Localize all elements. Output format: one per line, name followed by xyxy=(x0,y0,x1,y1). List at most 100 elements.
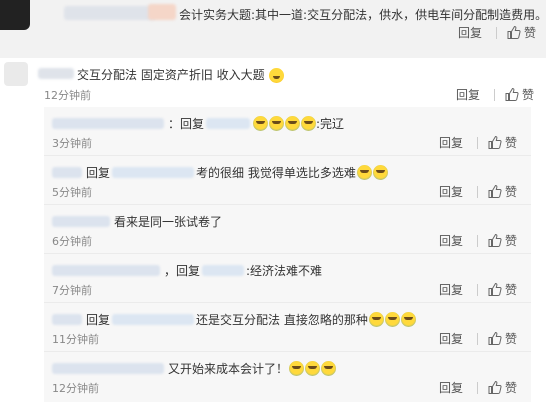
like-button[interactable]: 赞 xyxy=(507,24,536,41)
divider xyxy=(476,283,478,296)
target-username-blurred[interactable] xyxy=(202,265,245,276)
username-blurred[interactable] xyxy=(52,216,110,227)
target-username-blurred[interactable] xyxy=(112,314,195,325)
timestamp: 5分钟前 xyxy=(52,186,92,199)
username-blurred[interactable] xyxy=(52,118,164,129)
thumbs-up-icon xyxy=(488,283,502,296)
thumbs-up-icon xyxy=(507,26,521,39)
like-label: 赞 xyxy=(504,381,517,395)
reply-button[interactable]: 回复 xyxy=(439,281,463,298)
reply-button[interactable]: 回复 xyxy=(439,330,463,347)
cry-emoji xyxy=(305,361,321,376)
cry-emoji xyxy=(400,312,416,327)
reply-item: 看来是同一张试卷了 6分钟前 回复 赞 xyxy=(44,205,531,254)
reply-content: 又开始来成本会计了！ xyxy=(52,360,337,377)
like-label: 赞 xyxy=(504,234,517,248)
reply-content: ：回复 :完辽 xyxy=(52,115,344,132)
reply-prefix: 回复 xyxy=(86,166,111,180)
cry-emoji xyxy=(285,116,301,131)
username-blurred[interactable] xyxy=(52,265,160,276)
reply-content: 回复 还是交互分配法 直接忽略的那种 xyxy=(52,311,416,328)
comment-text: 交互分配法 固定资产折旧 收入大题 xyxy=(77,66,285,83)
reply-actions: 回复 赞 xyxy=(439,232,517,249)
cry-emoji xyxy=(253,116,269,131)
timestamp: 7分钟前 xyxy=(52,284,92,297)
thumbs-up-icon xyxy=(488,185,502,198)
target-username-blurred[interactable] xyxy=(206,118,251,129)
cry-emoji xyxy=(368,312,384,327)
comment-actions: 回复 赞 xyxy=(458,24,536,41)
reply-body: 还是交互分配法 直接忽略的那种 xyxy=(196,313,368,327)
reply-button[interactable]: 回复 xyxy=(439,232,463,249)
comment-text: 会计实务大题:其中一道:交互分配法，供水，供电车间分配制造费用。 xyxy=(179,8,546,22)
divider xyxy=(476,136,478,149)
cry-emoji xyxy=(321,361,337,376)
reply-item: 回复 还是交互分配法 直接忽略的那种 11分钟前 回复 赞 xyxy=(44,303,531,352)
reply-button[interactable]: 回复 xyxy=(439,183,463,200)
like-label: 赞 xyxy=(524,26,537,40)
cry-emoji xyxy=(384,312,400,327)
reply-content: 看来是同一张试卷了 xyxy=(52,213,222,230)
thumbs-up-icon xyxy=(488,332,502,345)
comment-actions: 回复 赞 xyxy=(456,86,534,103)
reply-content: 回复 考的很细 我觉得单选比多选难 xyxy=(52,164,388,181)
like-button[interactable]: 赞 xyxy=(488,379,517,396)
reply-item: 又开始来成本会计了！ 12分钟前 回复 赞 xyxy=(44,352,531,401)
thumbs-up-icon xyxy=(488,381,502,394)
reply-prefix: ：回复 xyxy=(168,117,205,131)
divider xyxy=(476,234,478,247)
reply-body: 看来是同一张试卷了 xyxy=(114,215,223,229)
thumbs-up-icon xyxy=(505,88,519,101)
reply-button[interactable]: 回复 xyxy=(439,134,463,151)
thumbs-up-icon xyxy=(488,136,502,149)
reply-button[interactable]: 回复 xyxy=(456,86,480,103)
reply-item: ：回复 :完辽 3分钟前 回复 赞 xyxy=(44,107,531,156)
like-label: 赞 xyxy=(504,136,517,150)
like-label: 赞 xyxy=(504,185,517,199)
reply-button[interactable]: 回复 xyxy=(439,379,463,396)
cry-emoji xyxy=(289,361,305,376)
like-button[interactable]: 赞 xyxy=(488,232,517,249)
username-blurred[interactable] xyxy=(38,68,74,79)
like-button[interactable]: 赞 xyxy=(488,330,517,347)
reply-actions: 回复 赞 xyxy=(439,134,517,151)
divider xyxy=(476,332,478,345)
reply-actions: 回复 赞 xyxy=(439,183,517,200)
timestamp: 6分钟前 xyxy=(52,235,92,248)
reply-body: :经济法难不难 xyxy=(246,264,323,278)
reply-actions: 回复 赞 xyxy=(439,281,517,298)
reply-content: ，回复 :经济法难不难 xyxy=(52,262,322,279)
reply-prefix: ，回复 xyxy=(164,264,201,278)
timestamp: 3分钟前 xyxy=(52,137,92,150)
target-username-blurred[interactable] xyxy=(112,167,195,178)
username-blurred[interactable] xyxy=(52,167,82,178)
like-label: 赞 xyxy=(504,332,517,346)
cry-emoji xyxy=(356,165,372,180)
reply-body: 考的很细 我觉得单选比多选难 xyxy=(196,166,356,180)
username-blurred xyxy=(148,4,176,20)
reply-button[interactable]: 回复 xyxy=(458,24,482,41)
username-blurred xyxy=(64,6,156,20)
username-blurred[interactable] xyxy=(52,314,82,325)
like-label: 赞 xyxy=(504,283,517,297)
timestamp: 12分钟前 xyxy=(52,382,99,395)
reply-actions: 回复 赞 xyxy=(439,379,517,396)
like-button[interactable]: 赞 xyxy=(488,134,517,151)
like-button[interactable]: 赞 xyxy=(488,183,517,200)
like-button[interactable]: 赞 xyxy=(488,281,517,298)
reply-item: ，回复 :经济法难不难 7分钟前 回复 赞 xyxy=(44,254,531,303)
divider xyxy=(476,185,478,198)
username-blurred[interactable] xyxy=(52,363,164,374)
divider xyxy=(496,26,498,39)
timestamp: 11分钟前 xyxy=(52,333,99,346)
reply-prefix: 回复 xyxy=(86,313,111,327)
cry-emoji xyxy=(301,116,317,131)
avatar[interactable] xyxy=(4,62,28,86)
thumbs-up-icon xyxy=(488,234,502,247)
divider xyxy=(494,88,496,101)
avatar[interactable] xyxy=(0,0,30,30)
cry-emoji xyxy=(269,116,285,131)
reply-body: 又开始来成本会计了！ xyxy=(168,362,289,376)
like-button[interactable]: 赞 xyxy=(505,86,534,103)
reply-actions: 回复 赞 xyxy=(439,330,517,347)
